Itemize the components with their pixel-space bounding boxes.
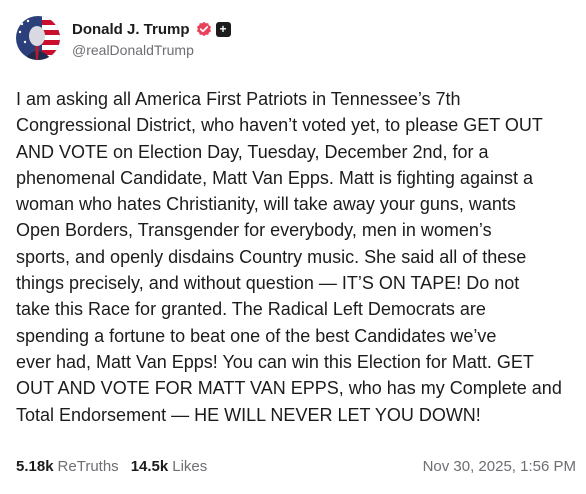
author-info: Donald J. Trump + @realDonaldTrump: [72, 18, 231, 58]
likes-label: Likes: [172, 458, 208, 475]
post-card: Donald J. Trump + @realDonaldTrump I am …: [0, 0, 586, 494]
retruths-count: 5.18k: [16, 458, 54, 475]
author-handle[interactable]: @realDonaldTrump: [72, 42, 231, 58]
post-body-text: I am asking all America First Patriots i…: [16, 89, 562, 425]
likes-count: 14.5k: [130, 458, 169, 475]
verified-badge-icon: [196, 21, 211, 37]
retruths-label: ReTruths: [57, 458, 119, 475]
post-timestamp[interactable]: Nov 30, 2025, 1:56 PM: [423, 458, 576, 475]
author-display-name[interactable]: Donald J. Trump: [72, 21, 190, 38]
retruths-stat[interactable]: 5.18k ReTruths: [16, 458, 119, 475]
plus-badge-icon: +: [215, 21, 231, 37]
profile-photo-icon[interactable]: [16, 16, 60, 60]
post-footer: 5.18k ReTruths 14.5k Likes Nov 30, 2025, 1…: [16, 458, 576, 475]
name-row: Donald J. Trump +: [72, 18, 231, 40]
likes-stat[interactable]: 14.5k Likes: [131, 458, 208, 475]
post-header: Donald J. Trump + @realDonaldTrump: [16, 16, 231, 60]
